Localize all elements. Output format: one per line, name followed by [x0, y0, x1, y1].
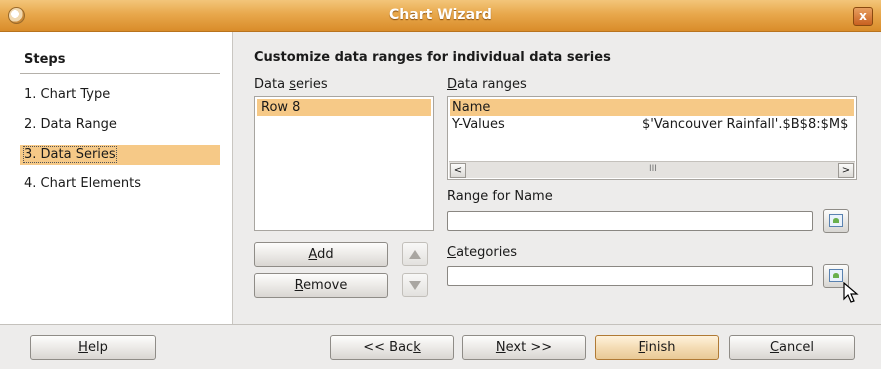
label-mnemonic: H — [78, 340, 88, 355]
data-series-label: Data series — [254, 77, 328, 92]
data-ranges-table[interactable]: Name Y-Values $'Vancouver Rainfall'.$B$8… — [447, 96, 857, 180]
horizontal-scrollbar[interactable]: < III > — [449, 161, 855, 178]
label-mnemonic: R — [294, 278, 304, 293]
arrow-up-icon — [409, 250, 421, 259]
label-part: << Bac — [363, 340, 414, 355]
label-part: ata ranges — [457, 77, 527, 92]
data-ranges-label: Data ranges — [447, 77, 527, 92]
label-part: ancel — [779, 340, 815, 355]
finish-button[interactable]: Finish — [595, 335, 719, 360]
step-data-range[interactable]: 2. Data Range — [20, 115, 220, 135]
label-mnemonic: s — [289, 77, 296, 92]
list-item[interactable]: Row 8 — [257, 99, 431, 116]
title-bar: Chart Wizard x — [0, 0, 881, 32]
next-button[interactable]: Next >> — [462, 335, 586, 360]
label-part: Data — [254, 77, 290, 92]
step-data-series[interactable]: 3. Data Series — [20, 145, 220, 165]
arrow-down-icon — [409, 281, 421, 290]
label-mnemonic: k — [413, 340, 421, 355]
label-part: emove — [303, 278, 348, 293]
move-up-button[interactable] — [402, 242, 428, 266]
step-label: 2. Data Range — [24, 117, 117, 132]
label-mnemonic: D — [447, 77, 458, 92]
close-icon[interactable]: x — [853, 7, 873, 26]
role-cell: Y-Values — [452, 117, 505, 132]
add-button[interactable]: Add — [254, 242, 388, 267]
role-cell: Name — [452, 100, 491, 115]
steps-panel: Steps 1. Chart Type 2. Data Range 3. Dat… — [0, 32, 233, 324]
scroll-right-icon[interactable]: > — [838, 163, 854, 178]
label-mnemonic: A — [308, 247, 318, 262]
footer-divider — [0, 324, 881, 325]
steps-header: Steps — [24, 52, 66, 67]
label-mnemonic: C — [769, 340, 780, 355]
table-row[interactable]: Name — [450, 99, 854, 116]
step-chart-type[interactable]: 1. Chart Type — [20, 85, 220, 105]
move-down-button[interactable] — [402, 273, 428, 297]
scroll-grip[interactable]: III — [649, 164, 657, 174]
label-mnemonic: N — [495, 340, 506, 355]
range-picker-icon — [829, 269, 843, 282]
step-label: 1. Chart Type — [24, 87, 111, 102]
label-part: dd — [317, 247, 334, 262]
remove-button[interactable]: Remove — [254, 273, 388, 298]
label-part: ext >> — [505, 340, 553, 355]
label-mnemonic: C — [447, 245, 457, 260]
step-chart-elements[interactable]: 4. Chart Elements — [20, 174, 220, 194]
scroll-left-icon[interactable]: < — [450, 163, 466, 178]
label-part: eries — [295, 77, 328, 92]
page-title: Customize data ranges for individual dat… — [254, 50, 611, 65]
categories-label: Categories — [447, 245, 517, 260]
data-series-list[interactable]: Row 8 — [254, 96, 434, 231]
range-for-name-input[interactable] — [447, 211, 813, 231]
label-part: inish — [645, 340, 676, 355]
categories-input[interactable] — [447, 266, 813, 286]
window-title: Chart Wizard — [389, 7, 492, 23]
step-label: 3. Data Series — [23, 146, 117, 163]
back-button[interactable]: << Back — [330, 335, 454, 360]
step-label: 4. Chart Elements — [24, 176, 141, 191]
help-button[interactable]: Help — [30, 335, 156, 360]
range-picker-icon — [829, 214, 843, 227]
select-range-name-button[interactable] — [823, 209, 849, 233]
label-part: ategories — [456, 245, 518, 260]
table-row[interactable]: Y-Values $'Vancouver Rainfall'.$B$8:$M$ — [450, 116, 854, 133]
mouse-cursor-icon — [843, 282, 859, 303]
range-cell: $'Vancouver Rainfall'.$B$8:$M$ — [642, 117, 849, 132]
steps-divider — [20, 73, 220, 74]
range-for-name-label: Range for Name — [447, 189, 553, 204]
cancel-button[interactable]: Cancel — [729, 335, 855, 360]
label-part: elp — [87, 340, 108, 355]
